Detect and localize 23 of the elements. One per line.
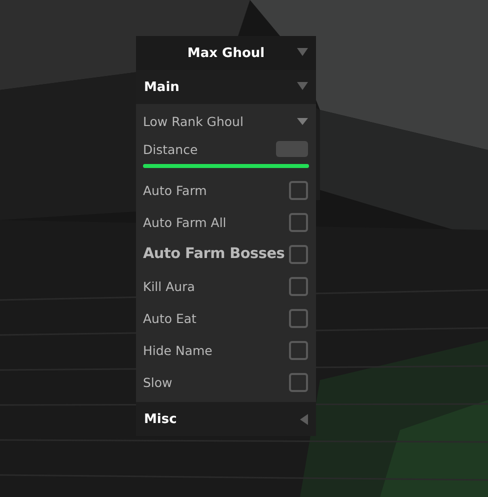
option-label: Kill Aura	[143, 278, 195, 294]
option-label: Hide Name	[143, 342, 212, 358]
value-field[interactable]	[276, 141, 308, 157]
section-header[interactable]: Misc	[136, 402, 316, 436]
section-header[interactable]: Main	[136, 70, 316, 104]
checkbox[interactable]	[289, 276, 308, 296]
option-label: Auto Farm	[143, 182, 207, 198]
collapse-arrow-icon[interactable]	[297, 48, 308, 56]
checkbox[interactable]	[289, 308, 308, 328]
section-arrow-icon[interactable]	[300, 414, 308, 425]
checkbox[interactable]	[289, 180, 308, 200]
section-arrow-icon[interactable]	[297, 82, 308, 90]
dropdown[interactable]: Low Rank Ghoul	[136, 106, 316, 136]
checkbox[interactable]	[289, 372, 308, 392]
checkbox[interactable]	[289, 340, 308, 360]
option-label: Auto Farm Bosses	[143, 246, 285, 262]
slider-label: Distance	[143, 142, 198, 156]
option-label: Auto Eat	[143, 310, 196, 326]
option-label: Auto Farm All	[143, 214, 226, 230]
checkbox[interactable]	[289, 212, 308, 232]
option-label: Slow	[143, 374, 172, 390]
window-title: Max Ghoul	[187, 46, 265, 60]
checkbox[interactable]	[289, 244, 308, 264]
